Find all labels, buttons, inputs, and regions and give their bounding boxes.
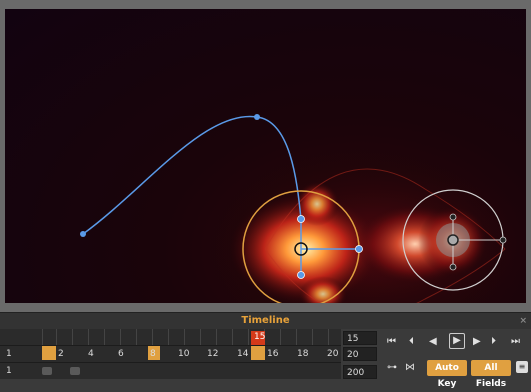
- viewport-canvas[interactable]: [5, 9, 526, 303]
- frame-tick: [200, 329, 201, 345]
- gizmo-right-y-neg-handle[interactable]: [449, 263, 457, 271]
- frame-label: 16: [267, 349, 279, 359]
- prev-key-icon[interactable]: ⏴: [409, 335, 414, 349]
- row-start-label: 1: [6, 349, 12, 359]
- ruler-divider: [0, 362, 341, 363]
- keyframe-current[interactable]: [251, 346, 265, 360]
- auto-key-button[interactable]: Auto Key: [427, 360, 467, 389]
- end-frame-field[interactable]: 20: [343, 347, 377, 361]
- frame-tick: [248, 329, 249, 345]
- frame-label: 6: [118, 349, 124, 359]
- frame-tick: [232, 329, 233, 345]
- frame-label: 12: [207, 349, 219, 359]
- frame-label: 10: [178, 349, 190, 359]
- step-back-icon[interactable]: ◀: [429, 335, 437, 349]
- next-key-icon[interactable]: ⏵: [491, 335, 496, 349]
- frame-label: 4: [88, 349, 94, 359]
- gizmo-x-handle[interactable]: [355, 245, 363, 253]
- frame-tick: [152, 329, 153, 345]
- frame-label: 8: [150, 349, 156, 359]
- gizmo-y-neg-handle[interactable]: [297, 271, 305, 279]
- gizmo-right-center[interactable]: [447, 234, 459, 246]
- frame-tick: [104, 329, 105, 345]
- playback-controls: ⏮ ⏴ ◀ ▶ ▶ ⏵ ⏭ ⊶ ⋈ Auto Key All Fields ≡: [381, 329, 531, 389]
- go-end-icon[interactable]: ⏭: [511, 335, 520, 349]
- viewport-frame: [0, 0, 531, 312]
- frame-label: 2: [58, 349, 64, 359]
- timeline-title: Timeline: [241, 315, 290, 326]
- frame-tick: [328, 329, 329, 345]
- frame-tick: [280, 329, 281, 345]
- frame-tick: [120, 329, 121, 345]
- current-frame-field[interactable]: 15: [343, 331, 377, 345]
- frame-tick: [184, 329, 185, 345]
- frame-tick: [312, 329, 313, 345]
- frame-label: 14: [237, 349, 249, 359]
- frame-label: 18: [297, 349, 309, 359]
- path-point-mid[interactable]: [254, 114, 260, 120]
- play-icon[interactable]: ▶: [449, 333, 465, 349]
- gizmo-y-handle[interactable]: [297, 215, 305, 223]
- current-frame-label: 15: [254, 332, 266, 342]
- frame-tick: [88, 329, 89, 345]
- total-frames-field[interactable]: 200: [343, 365, 377, 379]
- keyframe[interactable]: [42, 346, 56, 360]
- close-icon[interactable]: ×: [519, 313, 527, 329]
- scroll-handle-left[interactable]: [42, 367, 52, 375]
- timeline-header: Timeline ×: [0, 312, 531, 329]
- link-icon[interactable]: ⋈: [405, 361, 415, 375]
- key-icon[interactable]: ⊶: [387, 361, 397, 375]
- frame-tick: [216, 329, 217, 345]
- frame-tick: [168, 329, 169, 345]
- frame-tick: [42, 329, 43, 345]
- current-frame-marker[interactable]: 15: [251, 331, 265, 345]
- path-point-start[interactable]: [80, 231, 86, 237]
- frame-tick: [72, 329, 73, 345]
- fractal-viewport[interactable]: [5, 9, 526, 303]
- gizmo-right-x-handle[interactable]: [499, 236, 507, 244]
- scroll-handle-right[interactable]: [70, 367, 80, 375]
- step-forward-icon[interactable]: ▶: [473, 335, 481, 349]
- scroll-start-label: 1: [6, 366, 12, 376]
- all-fields-button[interactable]: All Fields: [471, 360, 511, 389]
- menu-icon[interactable]: ≡: [516, 361, 528, 373]
- go-start-icon[interactable]: ⏮: [387, 335, 396, 349]
- frame-tick: [136, 329, 137, 345]
- frame-tick: [56, 329, 57, 345]
- gizmo-right-y-handle[interactable]: [449, 213, 457, 221]
- frame-tick: [296, 329, 297, 345]
- frame-label: 20: [327, 349, 339, 359]
